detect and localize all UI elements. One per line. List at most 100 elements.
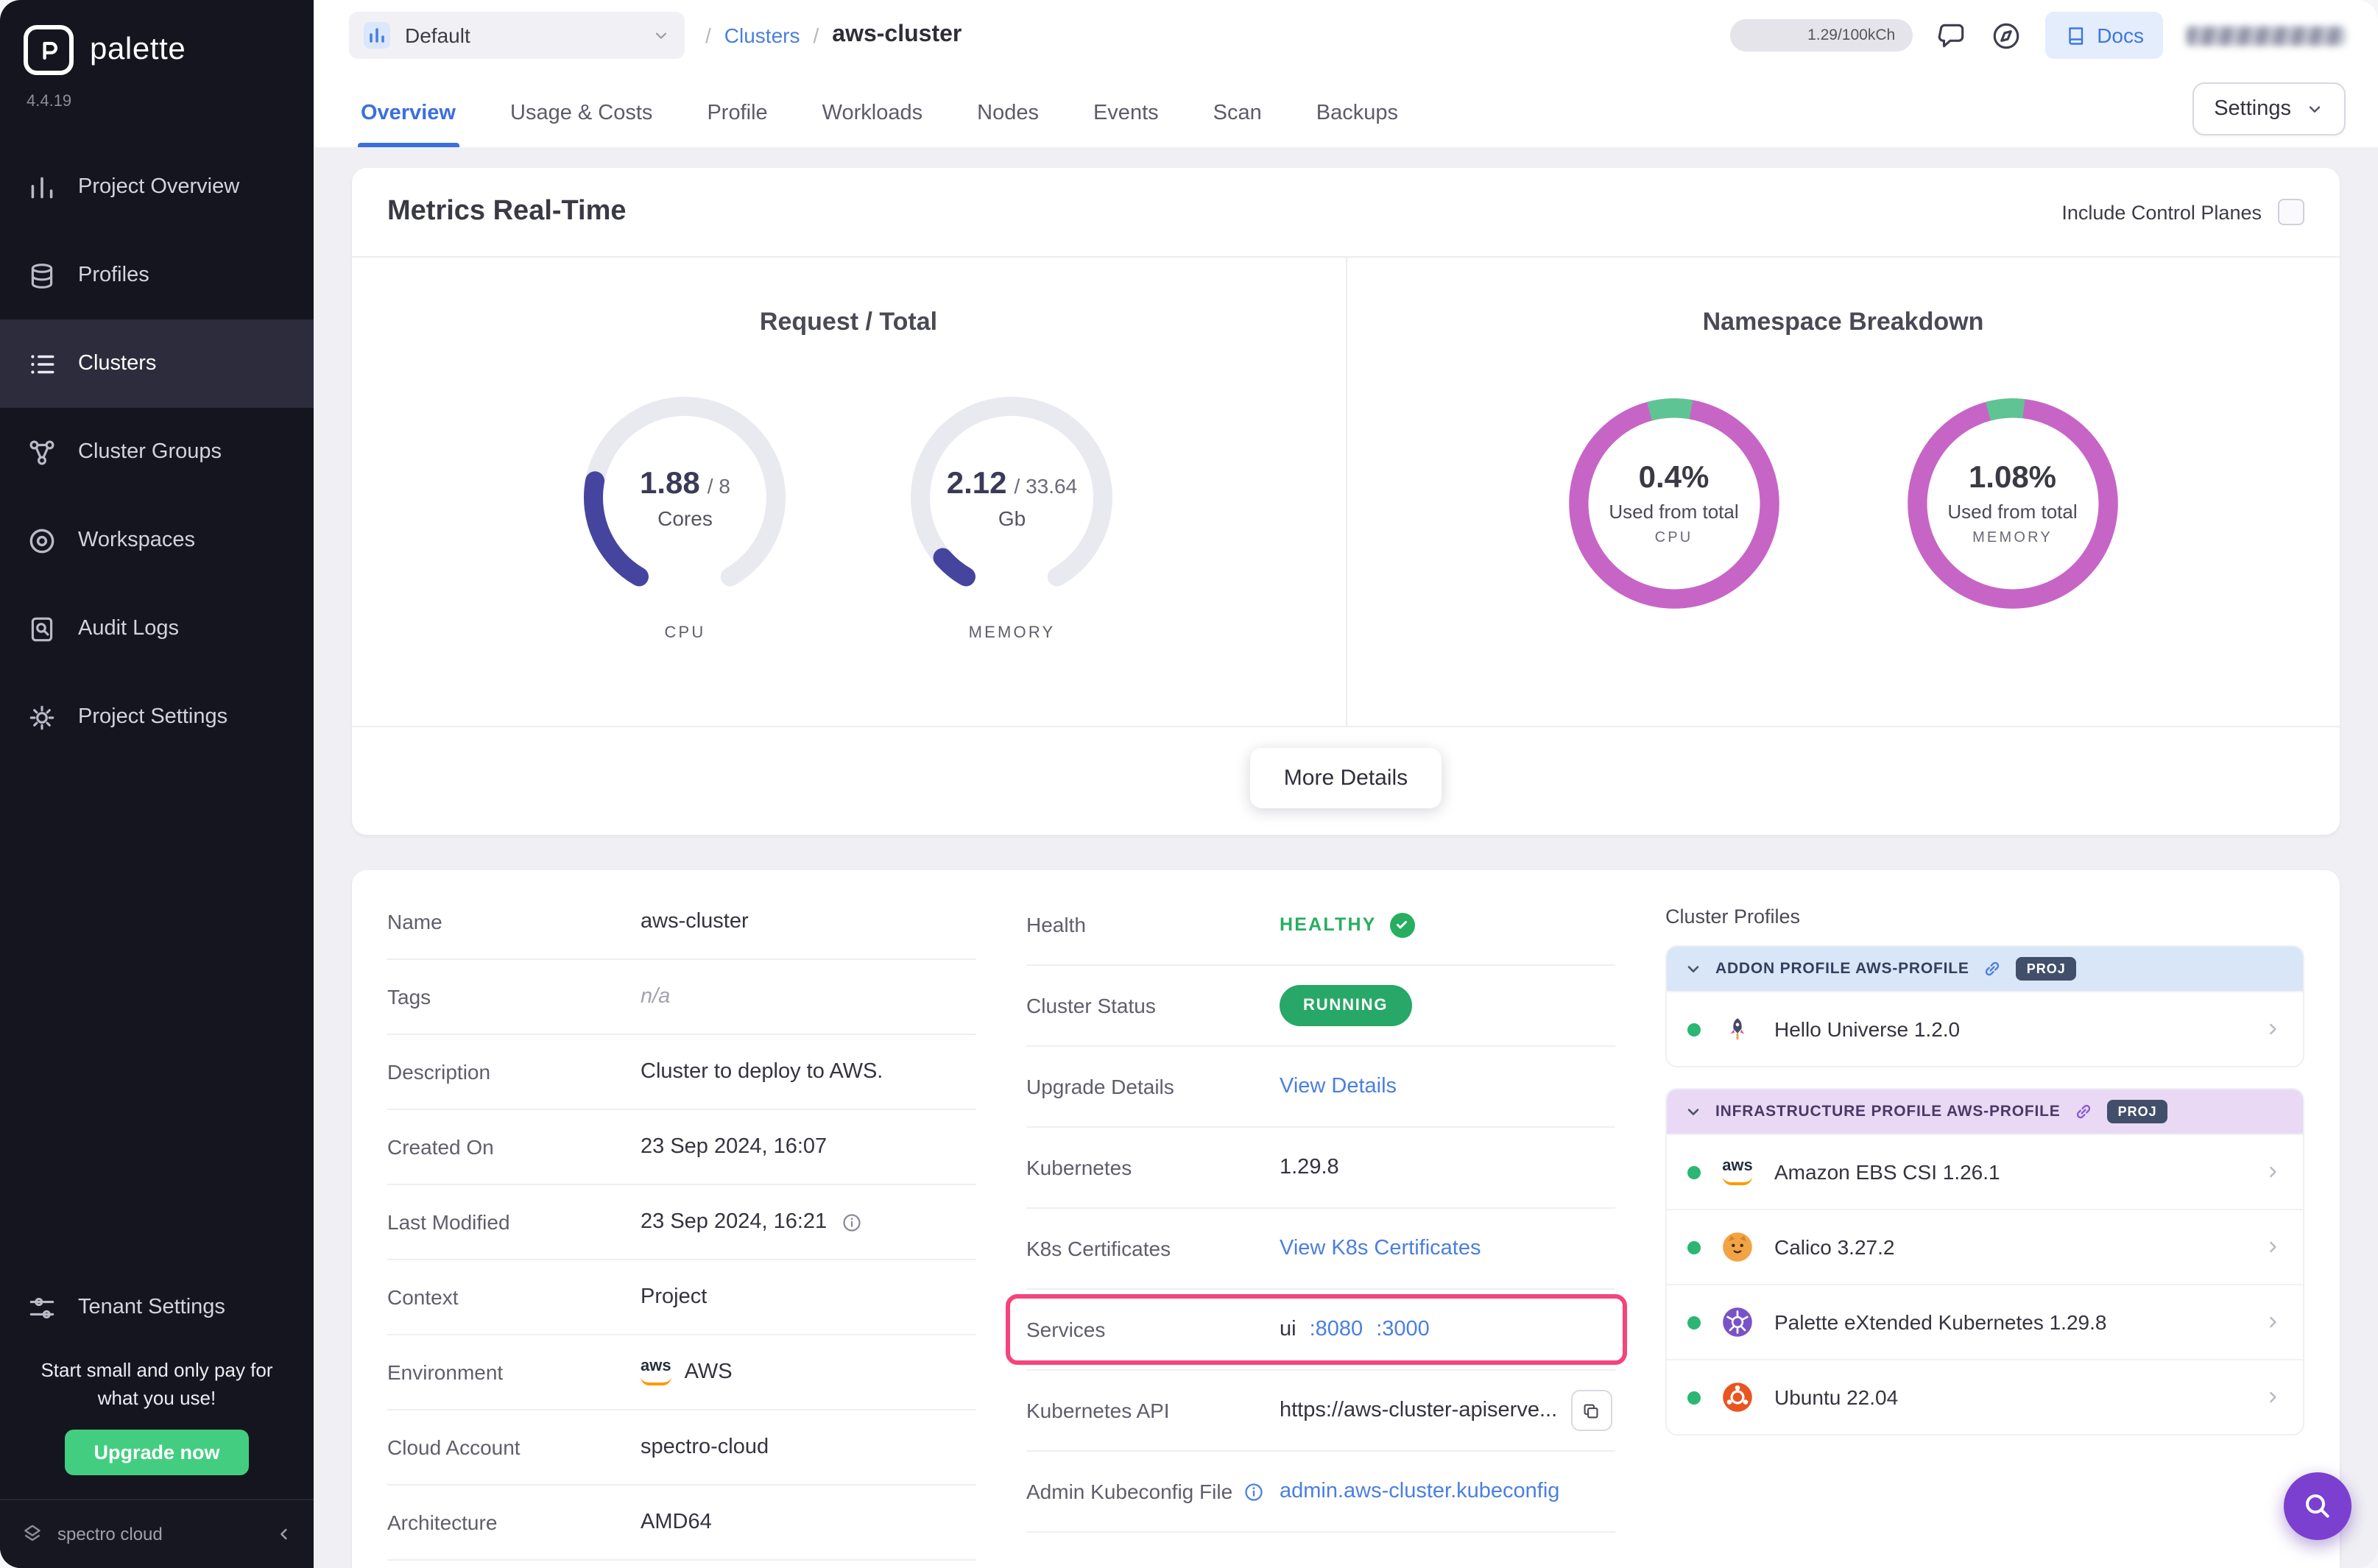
user-menu-redacted[interactable]	[2187, 26, 2346, 45]
namespace-memory-donut: 1.08% Used from total MEMORY	[1897, 387, 2129, 620]
memory-gauge: 2.12/ 33.64 Gb MEMORY	[902, 387, 1123, 642]
info-row-created-on: Created On23 Sep 2024, 16:07	[387, 1110, 976, 1185]
metrics-header: Metrics Real-Time Include Control Planes	[352, 168, 2340, 258]
collapse-sidebar-icon[interactable]	[275, 1525, 293, 1543]
spectro-cloud-logo-icon	[21, 1522, 44, 1546]
sidebar-item-project-overview[interactable]: Project Overview	[0, 143, 314, 231]
link-icon	[1983, 958, 2003, 979]
cpu-gauge-label: CPU	[664, 624, 705, 642]
profile-layer-ubuntu[interactable]: Ubuntu 22.04	[1667, 1359, 2303, 1434]
namespace-cpu-caption: Used from total	[1609, 501, 1738, 523]
settings-label: Settings	[2214, 97, 2291, 121]
sidebar-bottom: Tenant Settings Start small and only pay…	[0, 1270, 314, 1568]
view-k8s-certificates-link[interactable]: View K8s Certificates	[1280, 1237, 1481, 1260]
sidebar-item-clusters[interactable]: Clusters	[0, 319, 314, 408]
project-selector[interactable]: Default	[349, 12, 685, 59]
cluster-details-card: Nameaws-cluster Tagsn/a DescriptionClust…	[352, 870, 2340, 1568]
chevron-right-icon	[2265, 1020, 2282, 1038]
info-icon[interactable]	[1243, 1480, 1265, 1502]
settings-button[interactable]: Settings	[2192, 82, 2346, 135]
tab-workloads[interactable]: Workloads	[819, 102, 925, 147]
infrastructure-profile-header[interactable]: INFRASTRUCTURE PROFILE AWS-PROFILE PROJ	[1667, 1090, 2303, 1134]
docs-button[interactable]: Docs	[2045, 12, 2163, 59]
info-row-name: Nameaws-cluster	[387, 885, 976, 960]
project-scope-badge: PROJ	[2108, 1100, 2167, 1123]
check-circle-icon	[1390, 912, 1415, 937]
namespace-memory-percent: 1.08%	[1969, 461, 2056, 496]
tab-nodes[interactable]: Nodes	[974, 102, 1042, 147]
profile-layer-hello-universe[interactable]: Hello Universe 1.2.0	[1667, 991, 2303, 1066]
sidebar-item-profiles[interactable]: Profiles	[0, 231, 314, 319]
kubernetes-api-url: https://aws-cluster-apiserve...	[1280, 1399, 1557, 1422]
cluster-profiles-title: Cluster Profiles	[1665, 905, 2304, 928]
cpu-gauge: 1.88/ 8 Cores CPU	[575, 387, 796, 642]
sidebar-item-cluster-groups[interactable]: Cluster Groups	[0, 408, 314, 496]
memory-total-value: / 33.64	[1015, 473, 1078, 497]
green-status-dot	[1687, 1316, 1701, 1329]
app-version: 4.4.19	[0, 81, 314, 110]
sidebar-nav: Project Overview Profiles Clusters Clust…	[0, 143, 314, 761]
promo-text: Start small and only pay for what you us…	[24, 1358, 290, 1413]
chevron-right-icon	[2265, 1163, 2282, 1181]
more-details-button[interactable]: More Details	[1250, 748, 1442, 808]
info-row-tags: Tagsn/a	[387, 960, 976, 1035]
sidebar-item-label: Project Overview	[78, 175, 239, 199]
aws-logo-icon: aws	[641, 1359, 671, 1385]
addon-profile-header[interactable]: ADDON PROFILE AWS-PROFILE PROJ	[1667, 947, 2303, 991]
service-port-8080-link[interactable]: :8080	[1310, 1318, 1363, 1341]
kubeconfig-download-link[interactable]: admin.aws-cluster.kubeconfig	[1280, 1480, 1559, 1503]
include-control-planes-label: Include Control Planes	[2061, 201, 2262, 223]
tab-scan[interactable]: Scan	[1210, 102, 1265, 147]
content: Metrics Real-Time Include Control Planes…	[314, 147, 2378, 1568]
info-row-environment: Environment awsAWS	[387, 1335, 976, 1410]
memory-request-value: 2.12	[947, 466, 1007, 501]
tab-profile[interactable]: Profile	[704, 102, 770, 147]
chevron-down-icon	[1684, 960, 1702, 978]
breadcrumb: / Clusters / aws-cluster	[705, 22, 962, 49]
tenant-settings-label: Tenant Settings	[78, 1296, 225, 1320]
rocket-icon	[1720, 1011, 1755, 1047]
memory-gauge-label: MEMORY	[969, 624, 1056, 642]
sidebar-item-audit-logs[interactable]: Audit Logs	[0, 585, 314, 673]
breadcrumb-clusters-link[interactable]: Clusters	[724, 24, 800, 47]
footer-brand-label: spectro cloud	[57, 1524, 163, 1544]
profile-layer-calico[interactable]: Calico 3.27.2	[1667, 1209, 2303, 1284]
help-compass-icon[interactable]	[1991, 20, 2022, 51]
tab-backups[interactable]: Backups	[1313, 102, 1401, 147]
infrastructure-profile-group: INFRASTRUCTURE PROFILE AWS-PROFILE PROJ …	[1665, 1088, 2304, 1435]
status-row-upgrade-details: Upgrade Details View Details	[1026, 1047, 1615, 1128]
metrics-title: Metrics Real-Time	[387, 196, 627, 228]
namespace-breakdown-title: Namespace Breakdown	[1376, 308, 2310, 337]
book-icon	[2064, 24, 2086, 46]
view-details-link[interactable]: View Details	[1280, 1075, 1397, 1098]
calico-logo-icon	[1720, 1229, 1755, 1265]
info-icon[interactable]	[840, 1211, 862, 1233]
service-port-3000-link[interactable]: :3000	[1376, 1318, 1430, 1341]
top-bar: Default / Clusters / aws-cluster 1.29/10…	[314, 0, 2378, 71]
profile-layer-palette-extended-kubernetes[interactable]: Palette eXtended Kubernetes 1.29.8	[1667, 1284, 2303, 1359]
green-status-dot	[1687, 1240, 1701, 1254]
sidebar-item-tenant-settings[interactable]: Tenant Settings	[0, 1270, 314, 1346]
namespace-cpu-label: CPU	[1655, 530, 1693, 546]
sidebar-item-project-settings[interactable]: Project Settings	[0, 673, 314, 761]
aws-logo-icon: aws	[1720, 1154, 1755, 1190]
sidebar-item-label: Project Settings	[78, 705, 227, 729]
chevron-right-icon	[2265, 1238, 2282, 1256]
profile-layer-amazon-ebs-csi[interactable]: aws Amazon EBS CSI 1.26.1	[1667, 1134, 2303, 1209]
upgrade-now-button[interactable]: Upgrade now	[64, 1430, 249, 1475]
copy-icon[interactable]	[1570, 1390, 1612, 1431]
tab-usage-costs[interactable]: Usage & Costs	[507, 102, 655, 147]
info-row-description: DescriptionCluster to deploy to AWS.	[387, 1035, 976, 1110]
search-fab-button[interactable]	[2284, 1472, 2351, 1540]
sidebar-item-workspaces[interactable]: Workspaces	[0, 496, 314, 585]
audit-doc-icon	[27, 613, 57, 644]
tab-events[interactable]: Events	[1090, 102, 1162, 147]
gear-icon	[27, 702, 57, 732]
tab-overview[interactable]: Overview	[358, 102, 459, 147]
chat-icon[interactable]	[1936, 20, 1967, 51]
status-row-kubernetes: Kubernetes 1.29.8	[1026, 1128, 1615, 1209]
health-value: HEALTHY	[1280, 914, 1377, 935]
info-row-last-modified: Last Modified 23 Sep 2024, 16:21	[387, 1185, 976, 1260]
include-control-planes-checkbox[interactable]	[2278, 199, 2304, 225]
sidebar-item-label: Audit Logs	[78, 617, 179, 640]
